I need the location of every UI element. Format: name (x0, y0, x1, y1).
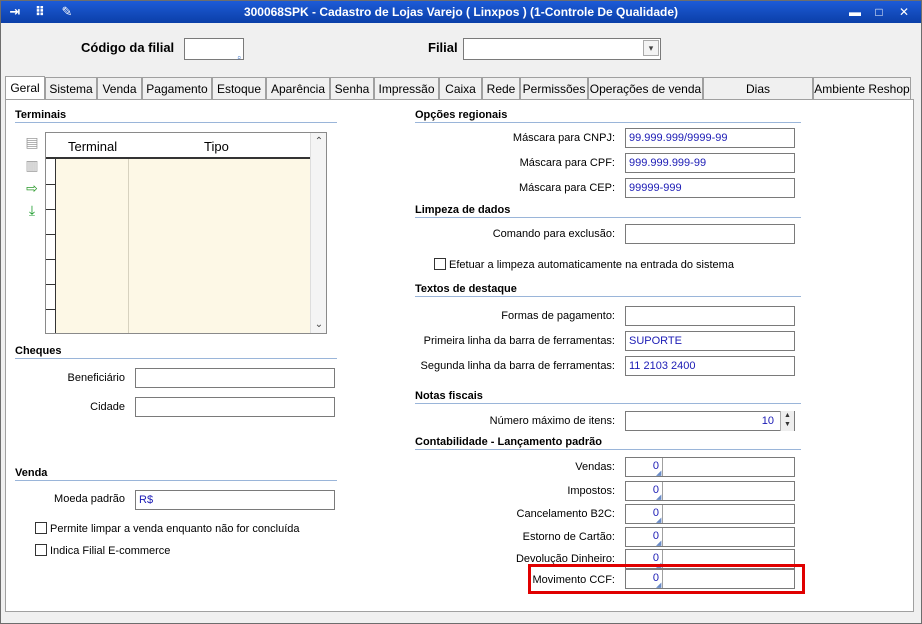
row-divider (46, 234, 56, 235)
estorno-cartao-label: Estorno de Cartão: (522, 531, 615, 543)
row-header (46, 133, 56, 333)
checkbox-box[interactable] (434, 258, 446, 270)
vendas-lookup[interactable]: 0 ◢ (625, 457, 795, 477)
tab-geral[interactable]: Geral (5, 76, 45, 100)
permite-limpar-checkbox[interactable]: Permite limpar a venda enquanto não for … (35, 522, 300, 536)
cidade-label: Cidade (90, 401, 125, 413)
cancelamento-b2c-label: Cancelamento B2C: (516, 508, 615, 520)
spin-up-icon[interactable]: ▲ (781, 411, 794, 420)
codigo-filial-input[interactable] (184, 38, 244, 60)
chevron-down-icon[interactable]: ▾ (643, 40, 659, 56)
cancelamento-b2c-lookup[interactable]: 0 ◢ (625, 504, 795, 524)
maximize-icon[interactable]: □ (871, 4, 887, 20)
column-tipo[interactable]: Tipo (204, 139, 229, 154)
moeda-padrao-input[interactable]: R$ (135, 490, 335, 510)
window-title: 300068SPK - Cadastro de Lojas Varejo ( L… (243, 5, 679, 19)
tab-estoque[interactable]: Estoque (212, 77, 266, 99)
permite-limpar-label: Permite limpar a venda enquanto não for … (50, 523, 300, 535)
tab-dias-funcionamento[interactable]: Dias Funcionamento (703, 77, 813, 118)
cheques-section-title: Cheques (15, 345, 337, 359)
checkbox-box[interactable] (35, 522, 47, 534)
lookup-icon[interactable]: ◢ (656, 493, 661, 501)
mascara-cpf-label: Máscara para CPF: (519, 157, 615, 169)
segunda-linha-label: Segunda linha da barra de ferramentas: (420, 360, 615, 372)
export-icon[interactable]: ⇨ (23, 179, 41, 197)
filial-label: Filial (428, 40, 458, 55)
vendas-label: Vendas: (575, 461, 615, 473)
tab-permissoes[interactable]: Permissões (520, 77, 588, 99)
codigo-filial-label: Código da filial (81, 40, 175, 55)
lookup-icon[interactable]: ◢ (656, 516, 661, 524)
primeira-linha-input[interactable]: SUPORTE (625, 331, 795, 351)
comando-exclusao-label: Comando para exclusão: (492, 228, 615, 240)
formas-pagamento-input[interactable] (625, 306, 795, 326)
row-divider (46, 309, 56, 310)
segunda-linha-input[interactable]: 11 2103 2400 (625, 356, 795, 376)
numero-maximo-itens-label: Número máximo de itens: (489, 415, 615, 427)
column-divider (128, 133, 129, 333)
impostos-lookup[interactable]: 0 ◢ (625, 481, 795, 501)
column-terminal[interactable]: Terminal (68, 139, 117, 154)
contabilidade-section-title: Contabilidade - Lançamento padrão (415, 436, 801, 450)
close-icon[interactable]: ✕ (896, 4, 912, 20)
download-icon[interactable]: ⤓ (23, 201, 41, 219)
beneficiario-label: Beneficiário (67, 372, 125, 384)
main-window: ⇥ ⠿ ✎ 300068SPK - Cadastro de Lojas Vare… (0, 0, 922, 624)
mascara-cep-input[interactable]: 99999-999 (625, 178, 795, 198)
opcoes-regionais-section-title: Opções regionais (415, 109, 801, 123)
movimento-ccf-highlight-box (528, 564, 805, 594)
grid-scrollbar[interactable]: ⌃ ⌄ (310, 133, 326, 333)
mascara-cpf-input[interactable]: 999.999.999-99 (625, 153, 795, 173)
tab-senha[interactable]: Senha (330, 77, 374, 99)
scroll-down-icon[interactable]: ⌄ (311, 319, 327, 330)
estorno-cartao-lookup[interactable]: 0 ◢ (625, 527, 795, 547)
filial-ecommerce-label: Indica Filial E-commerce (50, 545, 171, 557)
tab-sistema[interactable]: Sistema (45, 77, 97, 99)
filial-ecommerce-checkbox[interactable]: Indica Filial E-commerce (35, 544, 170, 558)
terminais-grid[interactable]: Terminal Tipo ⌃ ⌄ (45, 132, 327, 334)
filial-select[interactable]: ▾ (463, 38, 661, 60)
mascara-cep-label: Máscara para CEP: (519, 182, 615, 194)
tab-caixa[interactable]: Caixa (439, 77, 482, 99)
tab-aparencia[interactable]: Aparência (266, 77, 330, 99)
beneficiario-input[interactable] (135, 368, 335, 388)
remove-row-icon[interactable]: ▥ (23, 156, 41, 174)
tab-venda[interactable]: Venda (97, 77, 142, 99)
spin-down-icon[interactable]: ▼ (781, 420, 794, 429)
textos-destaque-section-title: Textos de destaque (415, 283, 801, 297)
add-row-icon[interactable]: ▤ (23, 133, 41, 151)
row-divider (46, 184, 56, 185)
tab-ambiente-reshop[interactable]: Ambiente Reshop (813, 77, 911, 99)
notas-fiscais-section-title: Notas fiscais (415, 390, 801, 404)
lookup-icon[interactable]: ◢ (656, 539, 661, 547)
grid-header: Terminal Tipo (46, 133, 310, 159)
tab-pagamento[interactable]: Pagamento (142, 77, 212, 99)
terminais-section-title: Terminais (15, 109, 337, 123)
number-spinner[interactable]: ▲ ▼ (780, 411, 794, 431)
impostos-label: Impostos: (567, 485, 615, 497)
primeira-linha-label: Primeira linha da barra de ferramentas: (423, 335, 615, 347)
cidade-input[interactable] (135, 397, 335, 417)
venda-section-title: Venda (15, 467, 337, 481)
row-divider (46, 209, 56, 210)
checkbox-box[interactable] (35, 544, 47, 556)
minimize-icon[interactable]: ▬ (847, 4, 863, 20)
mascara-cnpj-input[interactable]: 99.999.999/9999-99 (625, 128, 795, 148)
row-divider (46, 284, 56, 285)
limpeza-section-title: Limpeza de dados (415, 204, 801, 218)
formas-pagamento-label: Formas de pagamento: (501, 310, 615, 322)
scroll-up-icon[interactable]: ⌃ (311, 136, 327, 147)
lookup-icon[interactable]: ◢ (656, 469, 661, 477)
mascara-cnpj-label: Máscara para CNPJ: (512, 132, 615, 144)
row-divider (46, 259, 56, 260)
tab-rede[interactable]: Rede (482, 77, 520, 99)
title-bar: ⇥ ⠿ ✎ 300068SPK - Cadastro de Lojas Vare… (1, 1, 921, 23)
limpeza-automatica-checkbox[interactable]: Efetuar a limpeza automaticamente na ent… (434, 258, 734, 272)
comando-exclusao-input[interactable] (625, 224, 795, 244)
limpeza-automatica-label: Efetuar a limpeza automaticamente na ent… (449, 259, 734, 271)
numero-maximo-itens-input[interactable]: 10 (625, 411, 795, 431)
tab-operacoes-venda[interactable]: Operações de venda (588, 77, 703, 99)
moeda-padrao-label: Moeda padrão (54, 493, 125, 505)
tab-impressao[interactable]: Impressão (374, 77, 439, 99)
